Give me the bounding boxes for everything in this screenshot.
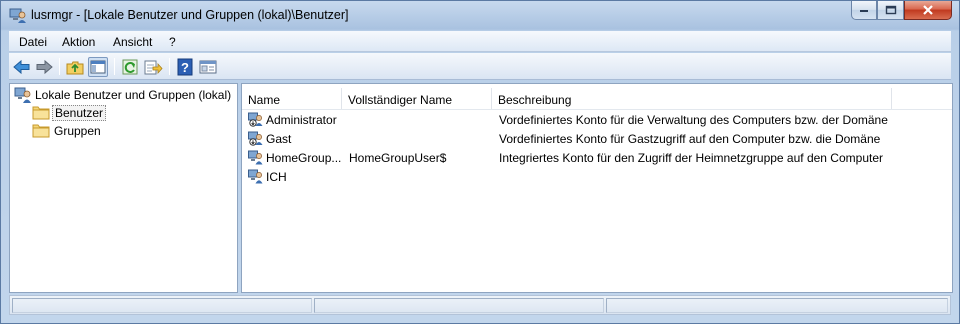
minimize-icon xyxy=(860,10,868,12)
menu-action[interactable]: Aktion xyxy=(62,35,95,49)
list-item[interactable]: ICH xyxy=(242,167,952,186)
menu-file[interactable]: Datei xyxy=(19,35,47,49)
list-item[interactable]: Administrator Vordefiniertes Konto für d… xyxy=(242,110,952,129)
disabled-user-icon xyxy=(248,131,263,146)
properties-button[interactable] xyxy=(198,57,218,77)
help-button[interactable]: ? xyxy=(175,57,195,77)
column-header-description[interactable]: Beschreibung xyxy=(492,88,892,110)
console-tree[interactable]: Lokale Benutzer und Gruppen (lokal) Benu… xyxy=(9,83,238,293)
back-button[interactable] xyxy=(12,57,32,77)
menu-view[interactable]: Ansicht xyxy=(113,35,152,49)
export-list-button[interactable] xyxy=(143,57,163,77)
window-title: lusrmgr - [Lokale Benutzer und Gruppen (… xyxy=(31,8,349,22)
column-header-label: Beschreibung xyxy=(498,93,572,107)
tree-item-gruppen[interactable]: Gruppen xyxy=(32,122,132,139)
user-name: HomeGroup... xyxy=(266,151,342,165)
status-segment xyxy=(314,298,604,313)
minimize-button[interactable] xyxy=(851,1,877,20)
tree-item-label: Lokale Benutzer und Gruppen (lokal) xyxy=(35,88,232,102)
status-bar xyxy=(9,295,951,315)
toolbar-separator xyxy=(169,58,170,75)
export-list-icon xyxy=(144,60,163,75)
folder-icon xyxy=(32,106,50,120)
status-segment xyxy=(12,298,312,313)
up-folder-button[interactable] xyxy=(65,57,85,77)
maximize-button[interactable] xyxy=(877,1,904,20)
toolbar: ? xyxy=(9,53,951,80)
refresh-button[interactable] xyxy=(120,57,140,77)
forward-icon xyxy=(36,59,53,75)
user-icon xyxy=(248,150,263,165)
user-description: Vordefiniertes Konto für die Verwaltung … xyxy=(499,113,888,127)
disabled-user-icon xyxy=(248,112,263,127)
menu-help[interactable]: ? xyxy=(169,35,176,49)
list-item[interactable]: HomeGroup... HomeGroupUser$ Integriertes… xyxy=(242,148,952,167)
toolbar-separator xyxy=(59,58,60,75)
properties-icon xyxy=(199,60,217,74)
close-icon xyxy=(923,5,933,15)
tree-item-root[interactable]: Lokale Benutzer und Gruppen (lokal) xyxy=(14,86,234,103)
user-icon xyxy=(248,169,263,184)
tree-item-label: Gruppen xyxy=(54,124,101,138)
close-button[interactable] xyxy=(904,1,952,20)
tree-item-label: Benutzer xyxy=(52,105,107,121)
back-icon xyxy=(13,59,30,75)
app-icon xyxy=(9,8,26,23)
column-header-empty xyxy=(892,88,952,110)
status-segment xyxy=(606,298,948,313)
help-icon: ? xyxy=(177,58,193,76)
column-header-full-name[interactable]: Vollständiger Name xyxy=(342,88,492,110)
maximize-icon xyxy=(885,5,896,15)
tree-item-benutzer[interactable]: Benutzer xyxy=(32,104,132,121)
user-name: Gast xyxy=(266,132,292,146)
list-item[interactable]: Gast Vordefiniertes Konto für Gastzugrif… xyxy=(242,129,952,148)
title-bar[interactable]: lusrmgr - [Lokale Benutzer und Gruppen (… xyxy=(1,1,959,29)
show-hide-tree-button[interactable] xyxy=(88,57,108,77)
up-folder-icon xyxy=(66,61,84,75)
svg-text:?: ? xyxy=(181,60,189,75)
column-header-name[interactable]: Name xyxy=(242,88,342,110)
user-name: ICH xyxy=(266,170,287,184)
user-name: Administrator xyxy=(266,113,337,127)
user-description: Vordefiniertes Konto für Gastzugriff auf… xyxy=(499,132,881,146)
users-computer-icon xyxy=(14,87,31,103)
user-description: Integriertes Konto für den Zugriff der H… xyxy=(499,151,883,165)
column-header-label: Vollständiger Name xyxy=(348,93,453,107)
menu-bar: Datei Aktion Ansicht ? xyxy=(9,31,951,52)
refresh-icon xyxy=(122,59,138,75)
toolbar-separator xyxy=(114,58,115,75)
app-window: lusrmgr - [Lokale Benutzer und Gruppen (… xyxy=(0,0,960,324)
forward-button[interactable] xyxy=(34,57,54,77)
folder-icon xyxy=(32,124,50,138)
users-list-view[interactable]: Name Vollständiger Name Beschreibung Adm… xyxy=(241,83,953,293)
column-header-label: Name xyxy=(248,93,281,107)
user-full-name: HomeGroupUser$ xyxy=(349,151,447,165)
show-hide-tree-icon xyxy=(90,60,106,74)
